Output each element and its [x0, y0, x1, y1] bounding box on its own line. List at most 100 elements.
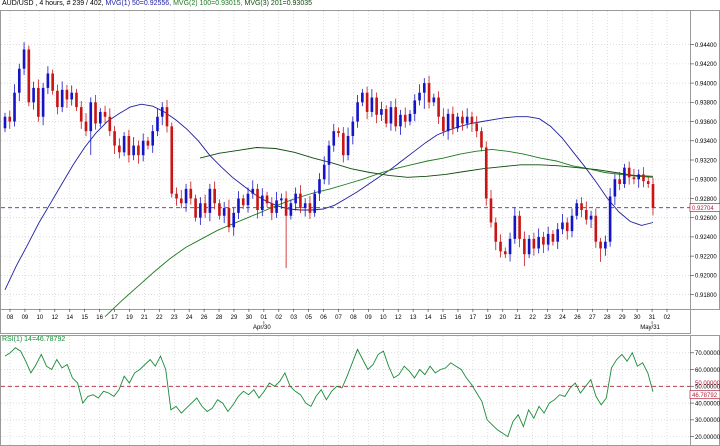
candle-body: [494, 222, 498, 242]
candle-body: [303, 203, 307, 209]
time-axis-label: 07: [335, 315, 342, 321]
candle-body: [508, 238, 512, 255]
time-axis-label: 30: [634, 315, 641, 321]
candle-body: [156, 116, 159, 132]
candle-body: [575, 203, 579, 216]
candle-body: [470, 116, 474, 124]
time-axis-label: 24: [559, 315, 566, 321]
price-axis-label: 0.91800: [695, 293, 717, 299]
candle-body: [189, 188, 193, 199]
candle-body: [584, 209, 588, 220]
time-axis-label: 06: [320, 315, 327, 321]
month-label: May/31: [640, 325, 660, 331]
candle-body: [427, 83, 431, 103]
candle-body: [280, 198, 283, 201]
rsi-current-label: 46.78792: [692, 393, 718, 399]
moving-average-line: [4, 103, 654, 290]
rsi-axis-label: 60.00000: [695, 368, 720, 374]
candle-body: [556, 229, 560, 242]
candle-body: [32, 87, 35, 103]
month-label: Apr/30: [253, 325, 271, 331]
price-axis-label: 0.92400: [695, 235, 717, 241]
time-axis-label: 12: [51, 315, 58, 321]
candle-body: [270, 203, 274, 213]
price-axis-label: 0.94200: [695, 62, 717, 68]
candle-body: [537, 236, 540, 249]
time-axis-label: 12: [395, 315, 402, 321]
candle-body: [194, 198, 197, 218]
candle-body: [599, 241, 602, 249]
candle-body: [113, 131, 116, 146]
candle-body: [308, 203, 312, 213]
candle-body: [341, 133, 345, 156]
time-axis-label: 28: [604, 315, 611, 321]
candle-body: [432, 97, 436, 103]
time-axis-label: 15: [440, 315, 447, 321]
time-axis-label: 17: [470, 315, 477, 321]
price-axis-label: 0.93800: [695, 101, 717, 107]
candle-body: [513, 215, 517, 239]
chart-window: AUD/USD , 4 hours, # 239 / 402, MVG(1) 5…: [0, 0, 720, 446]
candle-body: [318, 179, 321, 194]
candle-body: [380, 109, 383, 115]
candle-body: [222, 208, 226, 216]
price-axis-label: 0.92600: [695, 216, 717, 222]
time-axis-label: 21: [514, 315, 521, 321]
time-axis-label: 26: [201, 315, 208, 321]
moving-average-line: [199, 147, 654, 178]
candle-body: [594, 215, 598, 242]
candle-body: [446, 113, 450, 132]
rsi-title: RSI(1) 14=46.78792: [2, 336, 66, 343]
time-axis-label: 03: [290, 315, 297, 321]
rsi-panel-frame: [0, 335, 691, 446]
price-axis-label: 0.94400: [695, 43, 717, 49]
time-axis-label: 02: [275, 315, 282, 321]
time-axis-label: 13: [410, 315, 417, 321]
candle-body: [461, 116, 464, 124]
time-axis-label: 28: [216, 315, 223, 321]
time-axis-label: 02: [664, 315, 671, 321]
candle-body: [465, 116, 469, 124]
candle-body: [294, 193, 297, 204]
candle-body: [299, 193, 302, 209]
candle-body: [151, 131, 155, 146]
rsi-axis-label: 40.00000: [695, 401, 720, 407]
time-axis-label: 19: [484, 315, 491, 321]
time-axis-label: 21: [141, 315, 148, 321]
candle-body: [170, 126, 174, 194]
candle-body: [265, 195, 269, 204]
candle-body: [632, 177, 636, 180]
candle-body: [618, 179, 621, 185]
candle-body: [422, 83, 426, 93]
time-axis-label: 16: [96, 315, 103, 321]
candle-body: [642, 174, 645, 182]
candle-body: [523, 238, 526, 255]
candle-body: [132, 145, 135, 156]
time-axis-label: 09: [365, 315, 372, 321]
candle-body: [260, 195, 264, 210]
candle-body: [284, 198, 288, 216]
price-axis-label: 0.93600: [695, 120, 717, 126]
candle-body: [122, 135, 126, 153]
candle-body: [3, 116, 7, 129]
candle-body: [542, 236, 545, 245]
price-axis-label: 0.93000: [695, 178, 717, 184]
candle-body: [389, 107, 393, 124]
moving-average-line: [104, 148, 654, 318]
candle-body: [337, 131, 340, 134]
candle-body: [127, 135, 131, 156]
time-axis-label: 19: [126, 315, 133, 321]
candle-body: [370, 97, 374, 112]
candle-body: [546, 234, 550, 245]
candle-body: [79, 107, 83, 122]
candle-body: [46, 73, 50, 88]
candle-body: [289, 203, 293, 216]
candle-body: [484, 147, 488, 199]
candle-body: [275, 200, 278, 213]
time-axis-label: 08: [350, 315, 357, 321]
candle-body: [232, 212, 236, 228]
candle-body: [137, 145, 140, 156]
candle-body: [65, 89, 69, 100]
candle-body: [251, 188, 255, 194]
candle-body: [322, 164, 326, 180]
